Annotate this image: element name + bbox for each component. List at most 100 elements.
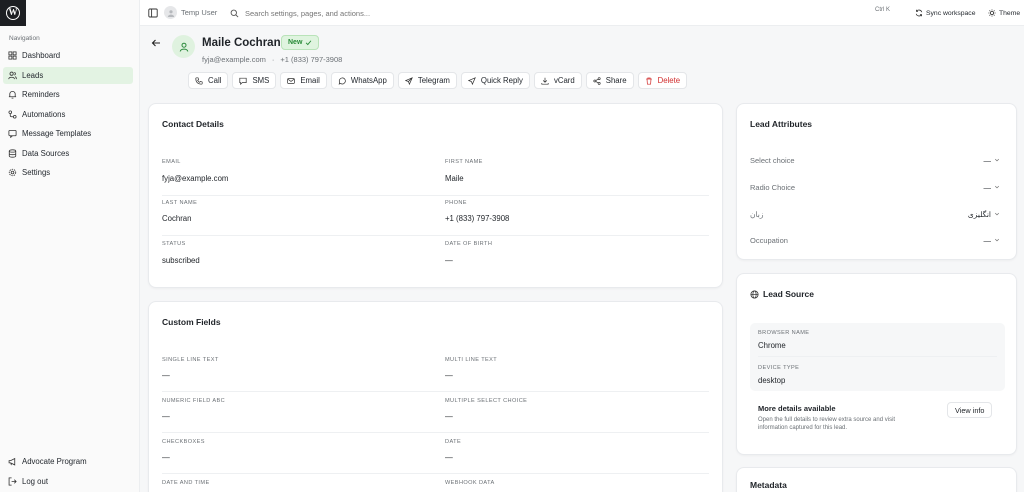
attribute-label: Radio Choice (750, 182, 796, 192)
field-label: Webhook Data (445, 480, 495, 486)
attribute-value: — (983, 235, 992, 245)
delete-button[interactable]: Delete (637, 72, 688, 89)
view-info-button[interactable]: View info (947, 402, 993, 418)
card-title: Lead Source (763, 289, 815, 299)
quick-reply-label: Quick Reply (480, 76, 523, 85)
sidebar-item-reminders[interactable]: Reminders (3, 86, 133, 103)
status-badge[interactable]: New (281, 35, 320, 50)
field-label: First Name (445, 159, 483, 165)
attribute-value: — (983, 182, 992, 192)
sync-icon (915, 9, 923, 17)
vcard-button[interactable]: vCard (533, 72, 582, 89)
attribute-select[interactable]: — (984, 236, 1001, 245)
field-label: Phone (445, 200, 467, 206)
sync-label: Sync workspace (926, 9, 976, 17)
search-icon (230, 9, 239, 18)
sidebar-item-dashboard[interactable]: Dashboard (3, 47, 133, 64)
attribute-row-radio-choice: Radio Choice — (750, 180, 1000, 194)
field-value-date[interactable]: — (445, 453, 453, 462)
whatsapp-button[interactable]: WhatsApp (330, 72, 394, 89)
whatsapp-icon (338, 77, 346, 85)
field-value-last-name[interactable]: Cochran (162, 214, 191, 223)
wordpress-icon: W (6, 6, 20, 20)
field-label: Device Type (758, 365, 800, 371)
sidebar-item-settings[interactable]: Settings (3, 164, 133, 181)
field-value-checkboxes[interactable]: — (162, 453, 170, 462)
field-value-status[interactable]: subscribed (162, 256, 200, 265)
telegram-label: Telegram (417, 76, 450, 85)
card-title: Custom Fields (162, 317, 221, 327)
sidebar-item-label: Advocate Program (22, 457, 87, 466)
sidebar-item-data-sources[interactable]: Data Sources (3, 145, 133, 162)
field-value-date-of-birth[interactable]: — (445, 256, 453, 265)
search-bar (230, 5, 900, 21)
attribute-label: زبان (750, 209, 764, 219)
sync-workspace-button[interactable]: Sync workspace (910, 5, 981, 21)
share-button[interactable]: Share (585, 72, 634, 89)
card-title: Contact Details (162, 119, 224, 129)
lead-email: fyja@example.com (202, 55, 266, 64)
trash-icon (645, 77, 652, 85)
user-name: Temp User (181, 8, 218, 17)
attribute-row-select-choice: Select choice — (750, 153, 1000, 167)
quick-reply-button[interactable]: Quick Reply (460, 72, 530, 89)
sidebar-item-message-templates[interactable]: Message Templates (3, 125, 133, 142)
attribute-select[interactable]: — (984, 183, 1001, 192)
field-value-phone[interactable]: +1 (833) 797-3908 (445, 214, 509, 223)
contact-details-card: Contact Details Email fyja@example.com F… (148, 103, 723, 288)
sidebar-item-label: Dashboard (22, 51, 61, 60)
sidebar-item-automations[interactable]: Automations (3, 106, 133, 123)
attribute-select[interactable]: انگلیزی (968, 210, 1000, 219)
field-value-multi-line-text[interactable]: — (445, 371, 453, 380)
call-label: Call (208, 76, 222, 85)
sidebar-item-label: Leads (22, 70, 44, 80)
attribute-row-occupation: Occupation — (750, 233, 1000, 247)
sidebar-item-label: Data Sources (22, 148, 70, 158)
globe-icon (750, 290, 759, 299)
status-badge-label: New (288, 39, 303, 46)
user-chip[interactable]: Temp User (164, 6, 217, 19)
field-value-single-line-text[interactable]: — (162, 371, 170, 380)
attribute-select[interactable]: — (984, 156, 1001, 165)
field-value-numeric-field[interactable]: — (162, 412, 170, 421)
dashboard-icon (8, 51, 17, 60)
telegram-button[interactable]: Telegram (397, 72, 457, 89)
quick-reply-icon (467, 76, 476, 85)
action-bar: Call SMS Email WhatsApp Telegram Quick R… (188, 72, 688, 89)
attribute-value: انگلیزی (967, 209, 991, 219)
message-icon (239, 77, 247, 85)
email-button[interactable]: Email (280, 72, 327, 89)
field-value-email[interactable]: fyja@example.com (162, 174, 228, 183)
bell-icon (8, 90, 17, 99)
separator-dot: · (271, 55, 275, 64)
divider (758, 356, 997, 357)
search-input[interactable] (245, 8, 845, 18)
wordpress-logo[interactable]: W (0, 0, 26, 26)
field-label: Multi Line Text (445, 357, 498, 363)
divider (162, 432, 709, 433)
attribute-label: Select choice (750, 155, 795, 165)
sms-button[interactable]: SMS (232, 72, 277, 89)
sidebar-item-label: Message Templates (22, 129, 92, 138)
sidebar-item-logout[interactable]: Log out (3, 473, 133, 490)
field-label: Status (162, 241, 186, 247)
megaphone-icon (8, 457, 17, 466)
sidebar-item-advocate-program[interactable]: Advocate Program (3, 453, 133, 470)
device-value: desktop (758, 376, 786, 385)
field-label: Date of Birth (445, 241, 493, 247)
sun-icon (988, 9, 996, 17)
browser-value: Chrome (758, 341, 786, 350)
field-value-first-name[interactable]: Maile (445, 174, 464, 183)
back-arrow-icon[interactable] (151, 38, 161, 48)
card-title: Lead Attributes (750, 119, 813, 129)
divider (162, 473, 709, 474)
field-value-multiple-select[interactable]: — (445, 412, 453, 421)
sidebar-toggle-icon[interactable] (148, 8, 158, 18)
chevron-down-icon (994, 158, 1000, 162)
lead-contact-line: fyja@example.com · +1 (833) 797-3908 (202, 55, 342, 64)
theme-button[interactable]: Theme (983, 5, 1024, 21)
sidebar-item-leads[interactable]: Leads (3, 66, 133, 84)
sidebar-item-label: Log out (22, 476, 49, 486)
delete-label: Delete (657, 76, 681, 85)
call-button[interactable]: Call (188, 72, 229, 89)
